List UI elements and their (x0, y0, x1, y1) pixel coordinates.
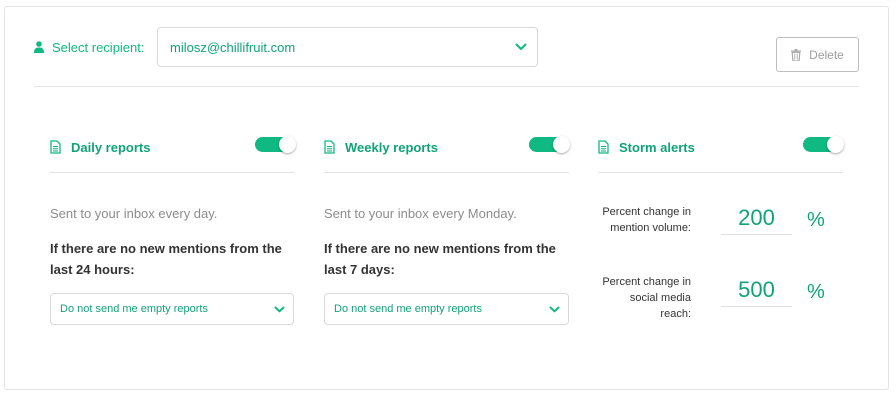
header-divider (34, 86, 859, 87)
storm-divider (598, 172, 843, 173)
recipient-select[interactable]: milosz@chillifruit.com (157, 27, 538, 67)
weekly-empty-report-value: Do not send me empty reports (334, 303, 482, 315)
social-reach-label: Percent change in social media reach: (602, 276, 691, 320)
mention-volume-unit: % (807, 209, 825, 231)
user-icon (34, 41, 44, 53)
social-reach-unit: % (807, 281, 825, 303)
chevron-down-icon (274, 306, 285, 312)
daily-description: Sent to your inbox every day. (50, 206, 218, 221)
weekly-empty-rule: If there are no new mentions from the la… (324, 241, 556, 277)
storm-alerts-heading: Storm alerts (598, 137, 695, 157)
daily-empty-report-value: Do not send me empty reports (60, 303, 208, 315)
weekly-reports-heading: Weekly reports (324, 137, 438, 157)
daily-empty-report-select[interactable]: Do not send me empty reports (50, 293, 294, 325)
chevron-down-icon (515, 43, 527, 50)
toggle-knob (553, 136, 570, 153)
daily-reports-heading: Daily reports (50, 137, 150, 157)
daily-reports-toggle[interactable] (255, 136, 296, 153)
chevron-down-icon (549, 306, 560, 312)
daily-reports-title: Daily reports (71, 139, 151, 155)
storm-alerts-toggle[interactable] (803, 136, 844, 153)
social-reach-input[interactable]: 500 (721, 275, 792, 307)
delete-button[interactable]: Delete (776, 37, 859, 72)
daily-empty-rule: If there are no new mentions from the la… (50, 241, 282, 277)
delete-button-label: Delete (809, 47, 844, 62)
weekly-reports-toggle[interactable] (529, 136, 570, 153)
trash-icon (791, 48, 802, 61)
recipient-select-value: milosz@chillifruit.com (170, 39, 296, 55)
mention-volume-label: Percent change in mention volume: (602, 206, 691, 234)
weekly-empty-report-select[interactable]: Do not send me empty reports (324, 293, 569, 325)
toggle-knob (279, 136, 296, 153)
toggle-knob (827, 136, 844, 153)
document-icon (50, 140, 61, 154)
daily-divider (50, 172, 294, 173)
mention-volume-input[interactable]: 200 (721, 203, 792, 235)
recipient-label-text: Select recipient: (52, 39, 145, 55)
weekly-description: Sent to your inbox every Monday. (324, 206, 517, 221)
weekly-reports-title: Weekly reports (345, 139, 438, 155)
storm-alerts-title: Storm alerts (619, 139, 695, 155)
document-icon (598, 140, 609, 154)
document-icon (324, 140, 335, 154)
recipient-label: Select recipient: (34, 39, 145, 55)
weekly-divider (324, 172, 569, 173)
